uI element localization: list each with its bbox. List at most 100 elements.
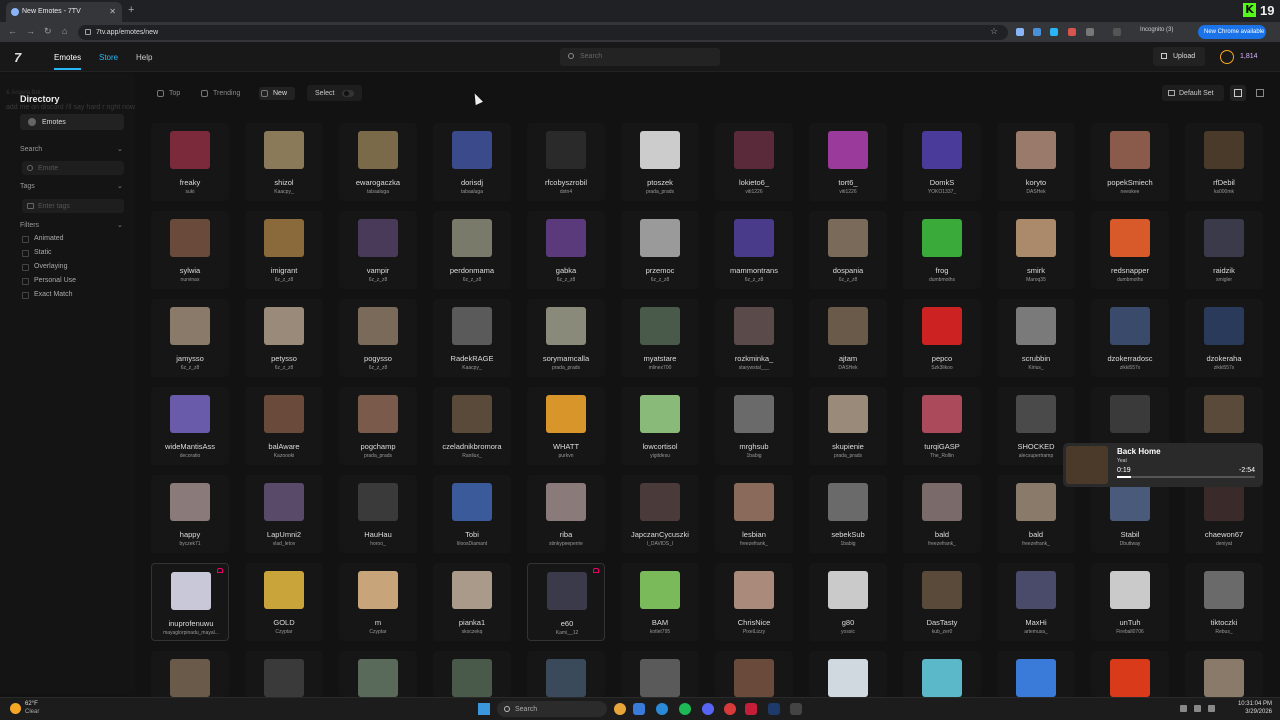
emote-card[interactable]: dzokeraha zikki557x <box>1185 299 1263 377</box>
back-icon[interactable]: ← <box>8 26 17 36</box>
emote-card[interactable]: sylwia nurvinax <box>151 211 229 289</box>
emote-card[interactable]: frog dumbmoths <box>903 211 981 289</box>
emote-card[interactable]: dzokerradosc zikki557x <box>1091 299 1169 377</box>
emote-author[interactable]: Kaacpy_ <box>245 189 323 195</box>
emote-card[interactable]: imigrant 6z_z_z8 <box>245 211 323 289</box>
emote-author[interactable]: neeskee <box>1091 189 1169 195</box>
emote-author[interactable]: prada_prads <box>809 453 887 459</box>
emote-author[interactable]: freezefrank_ <box>903 541 981 547</box>
emote-card[interactable]: DasTasty kub_zer0 <box>903 563 981 641</box>
emote-card[interactable] <box>715 651 793 697</box>
emote-card[interactable]: przemoc 6z_z_z8 <box>621 211 699 289</box>
emote-card[interactable]: pianka1 skoczekq <box>433 563 511 641</box>
bookmark-star-icon[interactable]: ☆ <box>990 26 998 37</box>
emote-author[interactable]: Ranilux_ <box>433 453 511 459</box>
sort-new-button[interactable]: New <box>259 87 296 100</box>
emote-author[interactable]: 1babig <box>809 541 887 547</box>
emote-author[interactable]: Kirius_ <box>997 365 1075 371</box>
reload-icon[interactable]: ↻ <box>44 26 52 37</box>
emote-author[interactable]: 6z_z_z8 <box>621 277 699 283</box>
emote-card[interactable]: lokieto6_ viti1226 <box>715 123 793 201</box>
emote-card[interactable] <box>151 651 229 697</box>
track-progress-bar[interactable] <box>1117 476 1255 478</box>
emote-card[interactable]: happy byczek71 <box>151 475 229 553</box>
emote-author[interactable]: tabaaluga <box>339 189 417 195</box>
emote-author[interactable]: freezefrank_ <box>715 541 793 547</box>
emote-author[interactable]: I_DAVIDS_I <box>621 541 699 547</box>
emote-author[interactable]: deniyat <box>1185 541 1263 547</box>
emote-card[interactable]: scrubbin Kirius_ <box>997 299 1075 377</box>
emote-card[interactable]: freaky suki <box>151 123 229 201</box>
url-field[interactable]: 7tv.app/emotes/new <box>78 25 1008 40</box>
windows-start-icon[interactable] <box>478 703 490 715</box>
extension-icon[interactable] <box>1016 28 1024 36</box>
emote-card[interactable]: petysso 6z_z_z8 <box>245 299 323 377</box>
emote-card[interactable] <box>1185 651 1263 697</box>
incognito-indicator[interactable]: Incognito (3) <box>1140 27 1173 33</box>
emote-card[interactable]: shizol Kaacpy_ <box>245 123 323 201</box>
emote-card[interactable]: lowcortisol yigitdesu <box>621 387 699 465</box>
filter-overlaying[interactable]: Overlaying <box>22 263 67 271</box>
emote-card[interactable] <box>903 651 981 697</box>
media-controls-popup[interactable]: Back Home Yeat 0:19 -2:54 <box>1063 443 1263 487</box>
emote-author[interactable]: 6z_z_z8 <box>339 365 417 371</box>
network-icon[interactable] <box>1208 705 1215 712</box>
emote-card[interactable]: raidzik smigler <box>1185 211 1263 289</box>
emote-author[interactable]: 6z_z_z8 <box>245 277 323 283</box>
emote-author[interactable]: freezefrank_ <box>997 541 1075 547</box>
checkbox[interactable] <box>22 236 29 243</box>
emote-author[interactable]: suki <box>151 189 229 195</box>
emote-author[interactable]: 6z_z_z8 <box>151 365 229 371</box>
emote-author[interactable]: nurvinax <box>151 277 229 283</box>
emote-card[interactable]: redsnapper dumbmoths <box>1091 211 1169 289</box>
emote-author[interactable]: zikki557x <box>1091 365 1169 371</box>
extension-icon[interactable] <box>1033 28 1041 36</box>
site-search-input[interactable]: Search <box>560 48 720 66</box>
emote-author[interactable]: 6z_z_z8 <box>715 277 793 283</box>
nav-store[interactable]: Store <box>99 53 118 62</box>
chevron-down-icon[interactable]: ⌄ <box>117 182 123 190</box>
app-icon[interactable] <box>724 703 736 715</box>
acrobat-icon[interactable] <box>745 703 757 715</box>
emote-card[interactable]: koryto DASHek <box>997 123 1075 201</box>
emote-search-input[interactable]: Emote <box>22 161 124 175</box>
default-set-button[interactable]: Default Set <box>1162 85 1224 101</box>
extensions-puzzle-icon[interactable] <box>1086 28 1094 36</box>
emote-author[interactable]: DASHek <box>809 365 887 371</box>
volume-icon[interactable] <box>1194 705 1201 712</box>
tags-input[interactable]: Enter tags <box>22 199 124 213</box>
nav-emotes[interactable]: Emotes <box>54 53 82 70</box>
upload-button[interactable]: Upload <box>1153 47 1205 66</box>
browser-tab[interactable]: New Emotes - 7TV ✕ <box>6 2 122 22</box>
emote-author[interactable]: mayaglorpinadu_mayal... <box>152 630 230 636</box>
emote-author[interactable]: yossic <box>809 629 887 635</box>
file-explorer-icon[interactable] <box>633 703 645 715</box>
emote-card[interactable]: czeladnikbromora Ranilux_ <box>433 387 511 465</box>
emote-card[interactable]: vampir 6z_z_z8 <box>339 211 417 289</box>
category-select[interactable]: Emotes <box>20 114 124 130</box>
emote-author[interactable]: 6z_z_z8 <box>433 277 511 283</box>
emote-card[interactable]: ajtam DASHek <box>809 299 887 377</box>
toggle-switch[interactable] <box>342 90 354 97</box>
emote-author[interactable]: viti1226 <box>715 189 793 195</box>
close-tab-icon[interactable]: ✕ <box>109 7 116 16</box>
emote-author[interactable]: Rebus_ <box>1185 629 1263 635</box>
chrome-icon[interactable] <box>614 703 626 715</box>
emote-card[interactable]: dospania 6z_z_z8 <box>809 211 887 289</box>
emote-author[interactable]: vlad_letov <box>245 541 323 547</box>
weather-icon[interactable] <box>10 703 21 714</box>
emote-card[interactable]: lesbian freezefrank_ <box>715 475 793 553</box>
emote-author[interactable]: artemusa_ <box>997 629 1075 635</box>
list-view-button[interactable] <box>1252 85 1268 101</box>
emote-author[interactable]: smigler <box>1185 277 1263 283</box>
taskbar-search[interactable]: Search <box>497 701 607 717</box>
emote-card[interactable]: GOLD Czyptar <box>245 563 323 641</box>
emote-author[interactable]: 6z_z_z8 <box>245 365 323 371</box>
emote-author[interactable]: horoo_ <box>339 541 417 547</box>
emote-card[interactable]: m Czyptar <box>339 563 417 641</box>
emote-author[interactable]: Maroq35 <box>997 277 1075 283</box>
emote-card[interactable]: tiktoczki Rebus_ <box>1185 563 1263 641</box>
emote-card[interactable] <box>997 651 1075 697</box>
emote-card[interactable]: popekSmiech neeskee <box>1091 123 1169 201</box>
emote-author[interactable]: 6z_z_z8 <box>339 277 417 283</box>
